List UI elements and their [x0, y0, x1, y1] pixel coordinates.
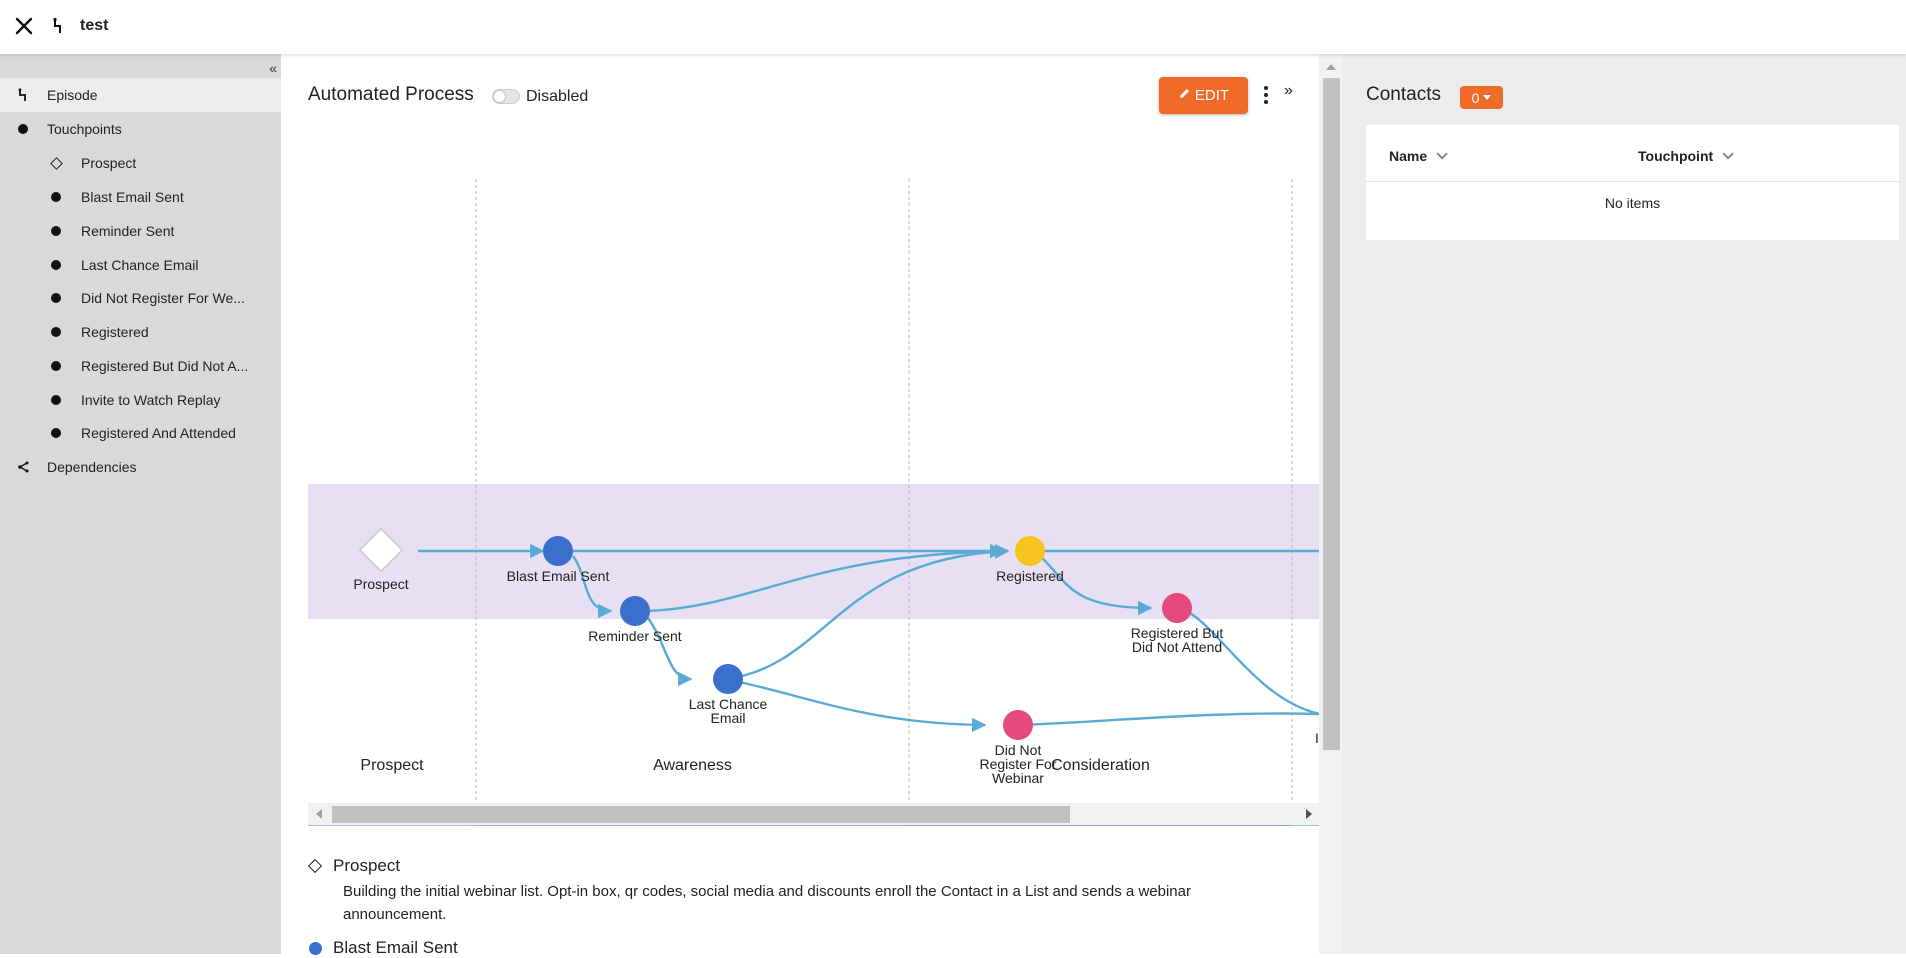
sidebar-item-label: Blast Email Sent: [81, 189, 184, 205]
sidebar-item-label: Invite to Watch Replay: [81, 392, 221, 408]
dot-icon: [50, 190, 62, 204]
sidebar-item-registered-and-attended[interactable]: Registered And Attended: [0, 416, 281, 450]
share-icon: [17, 460, 29, 474]
expand-panel-icon[interactable]: »: [1284, 82, 1293, 100]
contacts-table: Name Touchpoint No items: [1366, 125, 1899, 240]
sidebar-item-registered[interactable]: Registered: [0, 315, 281, 349]
app-title: test: [80, 17, 109, 34]
node-label: Reminder Sent: [588, 628, 681, 644]
node-reminder-sent: [620, 596, 650, 626]
sidebar-item-prospect[interactable]: Prospect: [0, 146, 281, 180]
scroll-right-icon[interactable]: [1306, 809, 1312, 819]
sidebar-item-last-chance-email[interactable]: Last Chance Email: [0, 248, 281, 282]
page-title: Automated Process: [308, 84, 474, 105]
sidebar-item-label: Prospect: [81, 155, 137, 171]
node-last-chance-email: [713, 664, 743, 694]
sidebar-item-episode[interactable]: Episode: [0, 78, 281, 112]
sidebar-item-registered-but-did-not-attend[interactable]: Registered But Did Not A...: [0, 349, 281, 383]
sidebar-item-did-not-register[interactable]: Did Not Register For We...: [0, 281, 281, 315]
edge: [1019, 712, 1320, 727]
node-label: Blast Email Sent: [507, 568, 610, 584]
description-title: Blast Email Sent: [333, 938, 458, 957]
dot-icon: [50, 325, 62, 339]
dot-icon: [50, 359, 62, 373]
column-header-label: Name: [1389, 148, 1428, 164]
sidebar-item-label: Dependencies: [47, 459, 137, 475]
sidebar-item-label: Registered But Did Not A...: [81, 358, 249, 374]
sidebar-item-label: Last Chance Email: [81, 257, 199, 273]
dot-icon: [50, 426, 62, 440]
sidebar-item-reminder-sent[interactable]: Reminder Sent: [0, 214, 281, 248]
diamond-icon: [49, 156, 63, 170]
column-header-name[interactable]: Name: [1389, 148, 1448, 164]
node-label: Did Not Attend: [1132, 639, 1222, 655]
dot-icon: [50, 258, 62, 272]
sidebar: « Episode Touchpoints Prospect Blast Ema…: [0, 54, 281, 954]
table-divider: [1366, 181, 1899, 182]
node-registered: [1015, 536, 1045, 566]
process-diagram: Prospect Blast Email Sent Reminder Sent …: [308, 126, 1320, 826]
diamond-icon: [307, 858, 323, 874]
description-prospect: Prospect Building the initial webinar li…: [307, 856, 1308, 926]
contacts-count: 0: [1471, 89, 1480, 106]
sidebar-item-touchpoints[interactable]: Touchpoints: [0, 112, 281, 146]
description-blast-email-sent: Blast Email Sent: [308, 938, 1308, 958]
column-header-touchpoint[interactable]: Touchpoint: [1638, 148, 1734, 164]
lane-label-consideration: Consideration: [1051, 756, 1150, 774]
sidebar-item-label: Registered: [81, 324, 149, 340]
node-label: Registered: [996, 568, 1064, 584]
toggle-label: Disabled: [526, 88, 589, 105]
empty-state-text: No items: [1604, 195, 1661, 211]
node-did-not-register: [1003, 710, 1033, 740]
node-label: Prospect: [353, 576, 408, 592]
main-vertical-scrollbar[interactable]: [1319, 54, 1343, 954]
sidebar-item-label: Episode: [47, 87, 98, 103]
description-title: Prospect: [333, 856, 401, 875]
blue-dot-icon: [308, 941, 322, 955]
process-diagram-canvas: Prospect Blast Email Sent Reminder Sent …: [308, 179, 1320, 826]
edit-button-label: EDIT: [1194, 87, 1230, 104]
chevron-down-icon: [1436, 148, 1448, 160]
sidebar-item-blast-email-sent[interactable]: Blast Email Sent: [0, 180, 281, 214]
sidebar-item-invite-to-watch-replay[interactable]: Invite to Watch Replay: [0, 383, 281, 417]
dot-icon: [17, 122, 29, 136]
sidebar-item-label: Registered And Attended: [81, 425, 236, 441]
enabled-toggle[interactable]: [492, 89, 520, 104]
description-body: Building the initial webinar list. Opt-i…: [343, 883, 1191, 923]
more-options-icon[interactable]: [1259, 84, 1273, 106]
collapse-sidebar-icon[interactable]: «: [269, 60, 277, 76]
episode-icon: [52, 17, 64, 35]
top-bar: test: [0, 0, 1906, 54]
sidebar-item-label: Touchpoints: [47, 121, 122, 137]
process-panel: Automated Process Disabled EDIT » Prospe…: [281, 54, 1320, 957]
contacts-count-dropdown[interactable]: 0: [1460, 86, 1503, 109]
lane-label-awareness: Awareness: [653, 756, 732, 774]
sidebar-item-label: Reminder Sent: [81, 223, 175, 239]
dot-icon: [50, 291, 62, 305]
contacts-panel: Contacts 0 Name Touchpoint No items: [1343, 54, 1906, 954]
dot-icon: [50, 393, 62, 407]
scrollbar-thumb[interactable]: [1323, 78, 1340, 750]
node-label: Email: [710, 710, 745, 726]
chevron-down-icon: [1722, 148, 1734, 160]
node-registered-but-did-not-attend: [1162, 593, 1192, 623]
scrollbar-thumb[interactable]: [332, 806, 1070, 823]
node-blast-email-sent: [543, 536, 573, 566]
sidebar-item-dependencies[interactable]: Dependencies: [0, 450, 281, 484]
close-icon[interactable]: [12, 14, 36, 38]
sidebar-item-label: Did Not Register For We...: [81, 290, 245, 306]
pencil-icon: [1178, 87, 1191, 104]
diagram-horizontal-scrollbar[interactable]: [308, 803, 1320, 825]
edit-button[interactable]: EDIT: [1159, 77, 1248, 114]
caret-down-icon: [1483, 95, 1492, 100]
contacts-title: Contacts: [1366, 84, 1441, 105]
column-header-label: Touchpoint: [1638, 148, 1714, 164]
episode-icon: [17, 88, 29, 102]
lane-label-prospect: Prospect: [360, 756, 424, 774]
scroll-left-icon[interactable]: [316, 809, 322, 819]
scroll-up-icon[interactable]: [1326, 64, 1336, 70]
dot-icon: [50, 224, 62, 238]
